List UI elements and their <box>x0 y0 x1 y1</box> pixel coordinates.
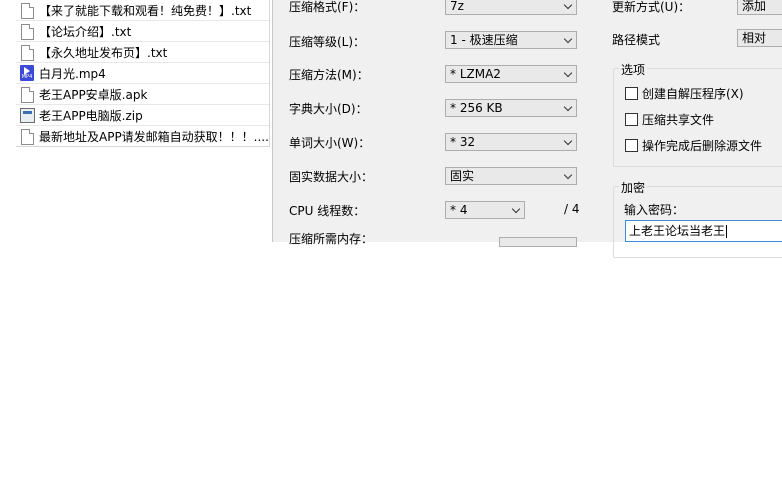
memory-label: 压缩所需内存： <box>289 232 374 246</box>
path-mode-label: 路径模式 <box>612 33 661 47</box>
word-size-label: 单词大小(W)： <box>289 136 371 150</box>
password-input[interactable]: 上老王论坛当老王 <box>625 220 782 242</box>
method-label: 压缩方法(M)： <box>289 68 369 82</box>
level-label: 压缩等级(L)： <box>289 35 366 49</box>
solid-size-label: 固实数据大小： <box>289 170 374 184</box>
file-name: 【论坛介绍】.txt <box>39 24 132 39</box>
text-file-icon <box>20 44 34 61</box>
file-icon <box>20 128 34 145</box>
sfx-label: 创建自解压程序(X) <box>642 87 744 101</box>
chevron-down-icon <box>564 35 573 44</box>
sfx-checkbox-row[interactable]: 创建自解压程序(X) <box>625 85 744 102</box>
chevron-down-icon <box>564 171 573 180</box>
word-size-select[interactable]: * 32 <box>445 133 577 151</box>
file-row[interactable]: 老王APP电脑版.zip <box>16 105 269 126</box>
file-name: 老王APP安卓版.apk <box>39 87 148 102</box>
shared-files-label: 压缩共享文件 <box>642 113 715 127</box>
update-mode-label: 更新方式(U)： <box>612 0 691 14</box>
file-name: 最新地址及APP请发邮箱自动获取！！！.... <box>39 129 269 144</box>
cpu-threads-select[interactable]: * 4 <box>445 201 525 219</box>
file-row[interactable]: 【永久地址发布页】.txt <box>16 42 269 63</box>
file-row[interactable]: MP4 白月光.mp4 <box>16 63 269 84</box>
path-mode-select[interactable]: 相对 <box>737 29 782 47</box>
file-row[interactable]: 【论坛介绍】.txt <box>16 21 269 42</box>
delete-after-label: 操作完成后删除源文件 <box>642 139 763 153</box>
chevron-down-icon <box>564 137 573 146</box>
update-mode-select[interactable]: 添加 <box>737 0 782 15</box>
file-list: 【来了就能下载和观看！纯免费！】.txt 【论坛介绍】.txt 【永久地址发布页… <box>16 0 270 147</box>
cpu-threads-label: CPU 线程数： <box>289 204 366 218</box>
archive-file-icon <box>20 107 35 123</box>
delete-after-checkbox-row[interactable]: 操作完成后删除源文件 <box>625 137 762 154</box>
dictionary-label: 字典大小(D)： <box>289 102 368 116</box>
sfx-checkbox[interactable] <box>625 87 638 100</box>
format-select[interactable]: 7z <box>445 0 577 15</box>
text-file-icon <box>20 23 34 40</box>
method-select[interactable]: * LZMA2 <box>445 65 577 83</box>
delete-after-checkbox[interactable] <box>625 139 638 152</box>
options-title: 选项 <box>619 61 648 78</box>
shared-files-checkbox[interactable] <box>625 113 638 126</box>
file-name: 白月光.mp4 <box>39 66 106 81</box>
password-label: 输入密码： <box>624 203 685 217</box>
file-icon <box>20 86 34 103</box>
solid-size-select[interactable]: 固实 <box>445 167 577 185</box>
file-row[interactable]: 最新地址及APP请发邮箱自动获取！！！.... <box>16 126 269 146</box>
file-name: 【来了就能下载和观看！纯免费！】.txt <box>39 3 252 18</box>
chevron-down-icon <box>564 1 573 10</box>
encryption-title: 加密 <box>619 179 648 196</box>
chevron-down-icon <box>512 205 521 214</box>
chevron-down-icon <box>564 69 573 78</box>
file-name: 老王APP电脑版.zip <box>39 108 143 123</box>
file-row[interactable]: 【来了就能下载和观看！纯免费！】.txt <box>16 0 269 21</box>
file-name: 【永久地址发布页】.txt <box>39 45 168 60</box>
cpu-threads-total: / 4 <box>564 202 580 216</box>
add-to-archive-dialog: 压缩格式(F)： 7z 压缩等级(L)： 1 - 极速压缩 压缩方法(M)： *… <box>272 0 782 258</box>
format-label: 压缩格式(F)： <box>289 0 366 14</box>
video-file-icon: MP4 <box>20 65 34 81</box>
text-file-icon <box>20 2 34 19</box>
file-row[interactable]: 老王APP安卓版.apk <box>16 84 269 105</box>
shared-files-checkbox-row[interactable]: 压缩共享文件 <box>625 111 714 128</box>
level-select[interactable]: 1 - 极速压缩 <box>445 31 577 49</box>
chevron-down-icon <box>564 103 573 112</box>
memory-field <box>499 237 577 247</box>
dictionary-select[interactable]: * 256 KB <box>445 99 577 117</box>
text-caret <box>726 225 728 238</box>
